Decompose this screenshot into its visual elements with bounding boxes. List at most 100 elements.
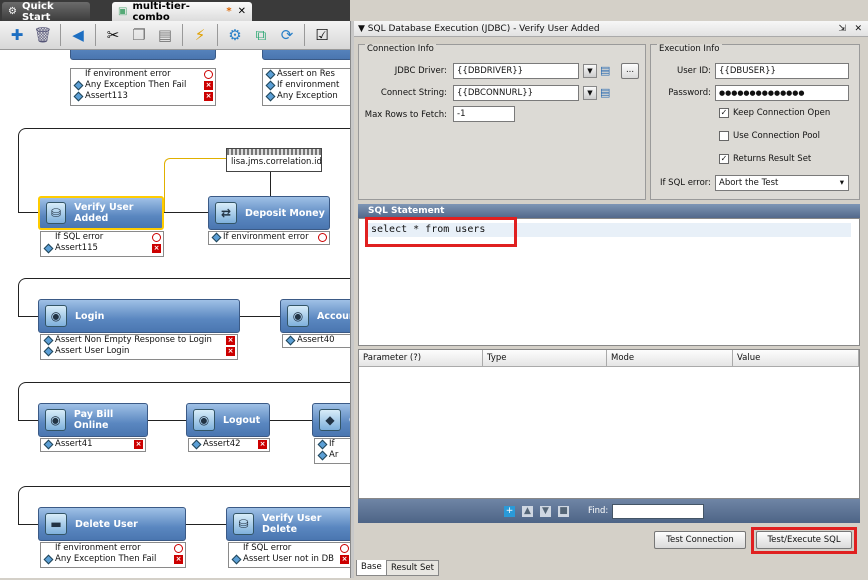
list-item[interactable]: Any Exception Then Fail ×: [41, 554, 185, 565]
node-pay-bill-online[interactable]: ◉ Pay Bill Online: [38, 403, 148, 437]
list-item[interactable]: Assert113 ×: [71, 91, 215, 102]
toolbar-divider: [182, 24, 183, 46]
list-item[interactable]: If SQL error: [229, 543, 350, 554]
browse-button[interactable]: ...: [621, 63, 639, 79]
collapse-triangle-icon[interactable]: ▼: [358, 24, 365, 34]
keep-open-checkbox[interactable]: ✓: [719, 108, 729, 118]
cut-icon[interactable]: ✂: [102, 24, 124, 46]
connector-line: [18, 212, 38, 213]
node-login[interactable]: ◉ Login: [38, 299, 240, 333]
add-step-icon[interactable]: ✚: [6, 24, 28, 46]
max-rows-input[interactable]: -1: [453, 106, 515, 122]
close-panel-icon[interactable]: ✕: [854, 21, 862, 37]
move-up-icon[interactable]: ▲: [522, 505, 533, 517]
fail-icon: ×: [258, 440, 267, 449]
fail-icon: ×: [204, 92, 213, 101]
node-verify-user-deleted[interactable]: ⛁ Verify User Delete: [226, 507, 350, 541]
node-add-user[interactable]: [70, 50, 216, 60]
test-connection-button[interactable]: Test Connection: [654, 531, 746, 549]
tab-quick-start[interactable]: ⚙ Quick Start: [2, 1, 90, 23]
list-item[interactable]: If environment error: [209, 232, 329, 243]
list-item[interactable]: Assert Non Empty Response to Login ×: [41, 335, 237, 346]
parameter-table[interactable]: Parameter (?) Type Mode Value: [358, 349, 860, 499]
node-account[interactable]: ◉Accoun: [280, 299, 350, 333]
workflow-canvas[interactable]: If environment error Any Exception Then …: [0, 50, 350, 578]
returns-result-set-checkbox[interactable]: ✓: [719, 154, 729, 164]
fail-icon: ×: [204, 81, 213, 90]
node-logout[interactable]: ◉ Logout: [186, 403, 270, 437]
highlight-box-execute: [751, 527, 857, 554]
refresh-icon[interactable]: ⟳: [276, 24, 298, 46]
node-delete-user[interactable]: ▬ Delete User: [38, 507, 186, 541]
assert-diamond-icon: [317, 450, 328, 461]
assert-diamond-icon: [211, 232, 222, 243]
connector-line: [270, 172, 271, 196]
toolbar-divider: [217, 24, 218, 46]
tab-result-set[interactable]: Result Set: [386, 560, 439, 576]
lookup-icon[interactable]: ▤: [600, 64, 610, 77]
node-c[interactable]: ◆C: [312, 403, 350, 437]
error-icon: [174, 544, 183, 553]
fail-icon: ×: [174, 555, 183, 564]
password-input[interactable]: ●●●●●●●●●●●●●●: [715, 85, 849, 101]
connect-string-dropdown[interactable]: ▼: [583, 86, 597, 100]
tab-base[interactable]: Base: [356, 560, 387, 576]
lightning-icon[interactable]: ⚡: [189, 24, 211, 46]
back-arrow-icon[interactable]: ◀: [67, 24, 89, 46]
list-item[interactable]: Any Exception: [263, 91, 350, 102]
connector-line: [164, 158, 186, 212]
maximize-icon[interactable]: ⇲: [838, 21, 846, 37]
paste-icon[interactable]: ▤: [154, 24, 176, 46]
list-item[interactable]: Assert on Res: [263, 69, 350, 80]
connector-line: [186, 158, 226, 159]
database-icon: ⛁: [233, 513, 255, 535]
web-service-icon: ◉: [193, 409, 215, 431]
login-steps: Assert Non Empty Response to Login × Asse…: [40, 334, 238, 360]
connection-pool-checkbox[interactable]: [719, 131, 729, 141]
connector-line: [240, 316, 280, 317]
column-header-mode[interactable]: Mode: [607, 350, 733, 367]
list-item[interactable]: Ar: [315, 450, 350, 461]
list-item[interactable]: Any Exception Then Fail ×: [71, 80, 215, 91]
find-input[interactable]: [612, 503, 705, 519]
list-item[interactable]: Assert User not in DB ×: [229, 554, 350, 565]
tab-multi-tier-combo[interactable]: ▣ multi-tier-combo * ✕: [112, 1, 252, 23]
delete-icon[interactable]: 🗑: [32, 24, 54, 46]
node-get-user[interactable]: [262, 50, 350, 60]
list-item[interactable]: Assert40: [283, 335, 350, 346]
connector-line: [270, 420, 312, 421]
checklist-icon[interactable]: ☑: [311, 24, 333, 46]
column-header-value[interactable]: Value: [733, 350, 859, 367]
user-id-input[interactable]: {{DBUSER}}: [715, 63, 849, 79]
sql-error-select[interactable]: Abort the Test ▾: [715, 175, 849, 191]
remove-row-icon[interactable]: ■: [558, 505, 569, 517]
list-item[interactable]: If environment error: [71, 69, 215, 80]
modified-indicator: *: [226, 6, 232, 17]
panel-title-bar: ▼ SQL Database Execution (JDBC) - Verify…: [354, 21, 868, 37]
config-gear-icon[interactable]: ⚙: [224, 24, 246, 46]
list-item[interactable]: Assert42 ×: [189, 439, 269, 450]
list-item[interactable]: If SQL error: [41, 232, 163, 243]
add-row-icon[interactable]: +: [504, 505, 515, 517]
move-down-icon[interactable]: ▼: [540, 505, 551, 517]
lookup-icon[interactable]: ▤: [600, 86, 610, 99]
column-header-type[interactable]: Type: [483, 350, 607, 367]
list-item[interactable]: Assert41 ×: [41, 439, 145, 450]
list-item[interactable]: If environment error: [41, 543, 185, 554]
list-item[interactable]: If: [315, 439, 350, 450]
close-tab-button[interactable]: ✕: [238, 6, 246, 17]
list-item[interactable]: Assert User Login ×: [41, 346, 237, 357]
node-deposit-money[interactable]: ⇄ Deposit Money: [208, 196, 330, 230]
correlation-property[interactable]: lisa.jms.correlation.id: [226, 148, 322, 172]
column-header-parameter[interactable]: Parameter (?): [359, 350, 483, 367]
filter-icon[interactable]: ⧉: [250, 24, 272, 46]
list-item[interactable]: If environment: [263, 80, 350, 91]
list-item[interactable]: Assert115 ×: [41, 243, 163, 254]
jdbc-driver-input[interactable]: {{DBDRIVER}}: [453, 63, 579, 79]
jdbc-driver-dropdown[interactable]: ▼: [583, 64, 597, 78]
node-verify-user-added[interactable]: ⛁ Verify User Added: [38, 196, 164, 230]
web-service-icon: ◉: [45, 305, 67, 327]
error-icon: [204, 70, 213, 79]
copy-icon[interactable]: ❐: [128, 24, 150, 46]
connect-string-input[interactable]: {{DBCONNURL}}: [453, 85, 579, 101]
